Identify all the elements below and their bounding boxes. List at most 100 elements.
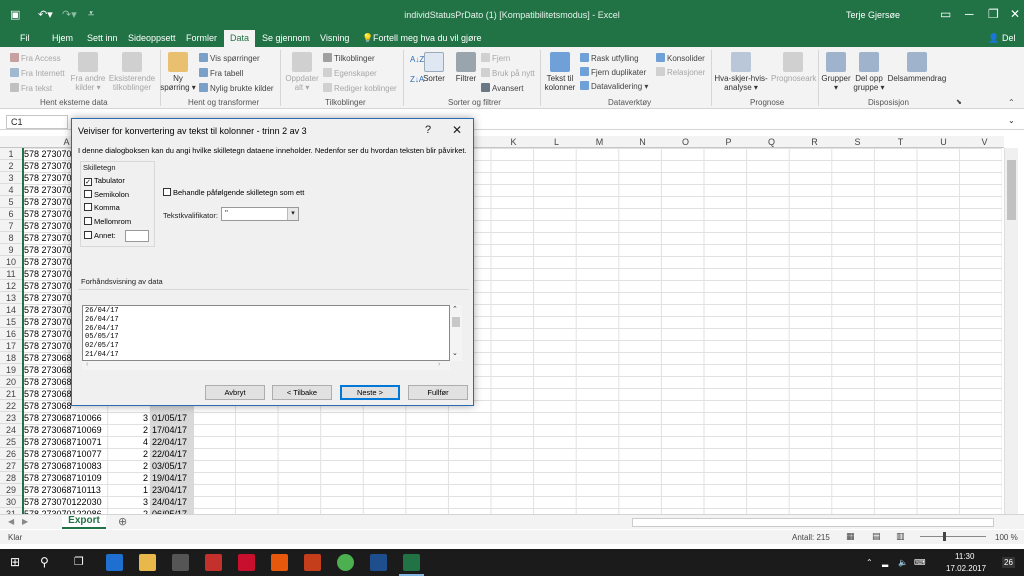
- row-header[interactable]: 12: [0, 280, 22, 292]
- preview-vertical-scrollbar[interactable]: ⌃ ⌄: [450, 305, 462, 361]
- row-header[interactable]: 11: [0, 268, 22, 280]
- user-name[interactable]: Terje Gjersøe: [846, 10, 900, 20]
- relationships-button[interactable]: Relasjoner: [656, 67, 705, 77]
- clock-time[interactable]: 11:30: [955, 552, 974, 561]
- cell-a[interactable]: 578 273070122030: [24, 496, 112, 508]
- scroll-right-icon[interactable]: ›: [438, 361, 440, 368]
- row-header[interactable]: 13: [0, 292, 22, 304]
- zoom-slider[interactable]: [920, 536, 986, 537]
- cell-b[interactable]: 2: [112, 448, 150, 460]
- scroll-up-icon[interactable]: ⌃: [452, 305, 458, 313]
- keyboard-icon[interactable]: ⌨: [914, 558, 926, 567]
- preview-horizontal-scrollbar[interactable]: ‹ ›: [82, 361, 450, 370]
- tell-me-icon[interactable]: 💡: [362, 33, 373, 44]
- edit-links-button[interactable]: Rediger koblinger: [323, 83, 397, 93]
- row-header[interactable]: 5: [0, 196, 22, 208]
- cell-b[interactable]: 1: [112, 484, 150, 496]
- select-all-corner[interactable]: [0, 136, 22, 148]
- column-header[interactable]: Q: [750, 136, 793, 148]
- column-header[interactable]: M: [578, 136, 621, 148]
- cell-c[interactable]: 22/04/17: [152, 436, 194, 448]
- column-header[interactable]: U: [922, 136, 965, 148]
- dialog-close-icon[interactable]: ✕: [452, 123, 462, 137]
- ribbon-display-icon[interactable]: ▭: [940, 7, 951, 21]
- ungroup-button[interactable]: Del opp gruppe ▾: [852, 52, 886, 92]
- clear-filter-button[interactable]: Fjern: [481, 53, 510, 63]
- dialog-launcher-icon[interactable]: ⬊: [956, 98, 962, 106]
- chrome-icon[interactable]: [337, 554, 354, 571]
- filter-button[interactable]: Filtrer: [453, 52, 479, 83]
- row-header[interactable]: 2: [0, 160, 22, 172]
- row-header[interactable]: 21: [0, 388, 22, 400]
- zoom-thumb[interactable]: [943, 532, 946, 541]
- connections-button[interactable]: Tilkoblinger: [323, 53, 375, 63]
- column-header[interactable]: K: [492, 136, 535, 148]
- add-sheet-icon[interactable]: ⊕: [118, 515, 127, 528]
- close-icon[interactable]: ✕: [1010, 7, 1020, 21]
- existing-connections-button[interactable]: Eksisterende tilkoblinger: [106, 52, 158, 92]
- row-header[interactable]: 20: [0, 376, 22, 388]
- cell-c[interactable]: 17/04/17: [152, 424, 194, 436]
- row-header[interactable]: 6: [0, 208, 22, 220]
- network-icon[interactable]: ▂: [882, 558, 888, 567]
- row-header[interactable]: 25: [0, 436, 22, 448]
- chevron-down-icon[interactable]: ▾: [287, 208, 298, 220]
- what-if-analysis-button[interactable]: Hva-skjer-hvis-analyse ▾: [713, 52, 769, 92]
- page-layout-view-icon[interactable]: ▤: [872, 531, 881, 542]
- row-header[interactable]: 1: [0, 148, 22, 160]
- page-break-view-icon[interactable]: ▥: [896, 531, 905, 542]
- group-button[interactable]: Grupper ▾: [820, 52, 852, 92]
- zoom-level[interactable]: 100 %: [995, 533, 1018, 542]
- collapse-ribbon-icon[interactable]: ⌃: [1008, 98, 1015, 107]
- row-header[interactable]: 3: [0, 172, 22, 184]
- cell-a[interactable]: 578 273068710069: [24, 424, 112, 436]
- row-header[interactable]: 23: [0, 412, 22, 424]
- from-table-button[interactable]: Fra tabell: [199, 68, 243, 78]
- notifications-badge[interactable]: 26: [1002, 557, 1015, 568]
- app-icon-orange[interactable]: [271, 554, 288, 571]
- new-query-button[interactable]: Ny spørring ▾: [160, 52, 196, 92]
- checkbox-box[interactable]: ✓: [84, 178, 92, 186]
- cell-b[interactable]: 2: [112, 424, 150, 436]
- row-header[interactable]: 18: [0, 352, 22, 364]
- cell-a[interactable]: 578 273068710083: [24, 460, 112, 472]
- checkbox-box[interactable]: [84, 217, 92, 225]
- help-icon[interactable]: ?: [425, 124, 431, 136]
- tab-home[interactable]: Hjem: [52, 33, 73, 43]
- row-header[interactable]: 27: [0, 460, 22, 472]
- restore-icon[interactable]: ❐: [988, 7, 999, 21]
- cancel-button[interactable]: Avbryt: [205, 385, 265, 400]
- text-to-columns-button[interactable]: Tekst til kolonner: [542, 52, 578, 92]
- row-header[interactable]: 4: [0, 184, 22, 196]
- semicolon-checkbox[interactable]: Semikolon: [84, 190, 129, 199]
- from-text-button[interactable]: Fra tekst: [10, 83, 52, 93]
- tab-page-layout[interactable]: Sideoppsett: [128, 33, 176, 43]
- consolidate-button[interactable]: Konsolider: [656, 53, 705, 63]
- tell-me-input[interactable]: Fortell meg hva du vil gjøre: [373, 33, 482, 43]
- start-icon[interactable]: ⊞: [10, 555, 20, 569]
- tab-insert[interactable]: Sett inn: [87, 33, 118, 43]
- cell-a[interactable]: 578 273068710113: [24, 484, 112, 496]
- column-header[interactable]: O: [664, 136, 707, 148]
- cell-b[interactable]: 2: [112, 472, 150, 484]
- checkbox-box[interactable]: [84, 203, 92, 211]
- scroll-thumb[interactable]: [1007, 160, 1016, 220]
- from-web-button[interactable]: Fra Internett: [10, 68, 65, 78]
- show-queries-button[interactable]: Vis spørringer: [199, 53, 260, 63]
- comma-checkbox[interactable]: Komma: [84, 203, 120, 212]
- sheet-tab-export[interactable]: Export: [62, 515, 106, 529]
- prev-sheet-icon[interactable]: ◀: [8, 517, 14, 526]
- forecast-sheet-button[interactable]: Prognoseark: [771, 52, 816, 83]
- cell-a[interactable]: 578 273068710109: [24, 472, 112, 484]
- flash-fill-button[interactable]: Rask utfylling: [580, 53, 639, 63]
- cell-b[interactable]: 4: [112, 436, 150, 448]
- horizontal-scrollbar[interactable]: [632, 518, 994, 527]
- tab-file[interactable]: Fil: [20, 33, 30, 43]
- row-header[interactable]: 30: [0, 496, 22, 508]
- column-header[interactable]: P: [707, 136, 750, 148]
- row-header[interactable]: 10: [0, 256, 22, 268]
- tab-review[interactable]: Se gjennom: [262, 33, 310, 43]
- cell-b[interactable]: 2: [112, 460, 150, 472]
- recent-sources-button[interactable]: Nylig brukte kilder: [199, 83, 274, 93]
- data-validation-button[interactable]: Datavalidering ▾: [580, 81, 648, 91]
